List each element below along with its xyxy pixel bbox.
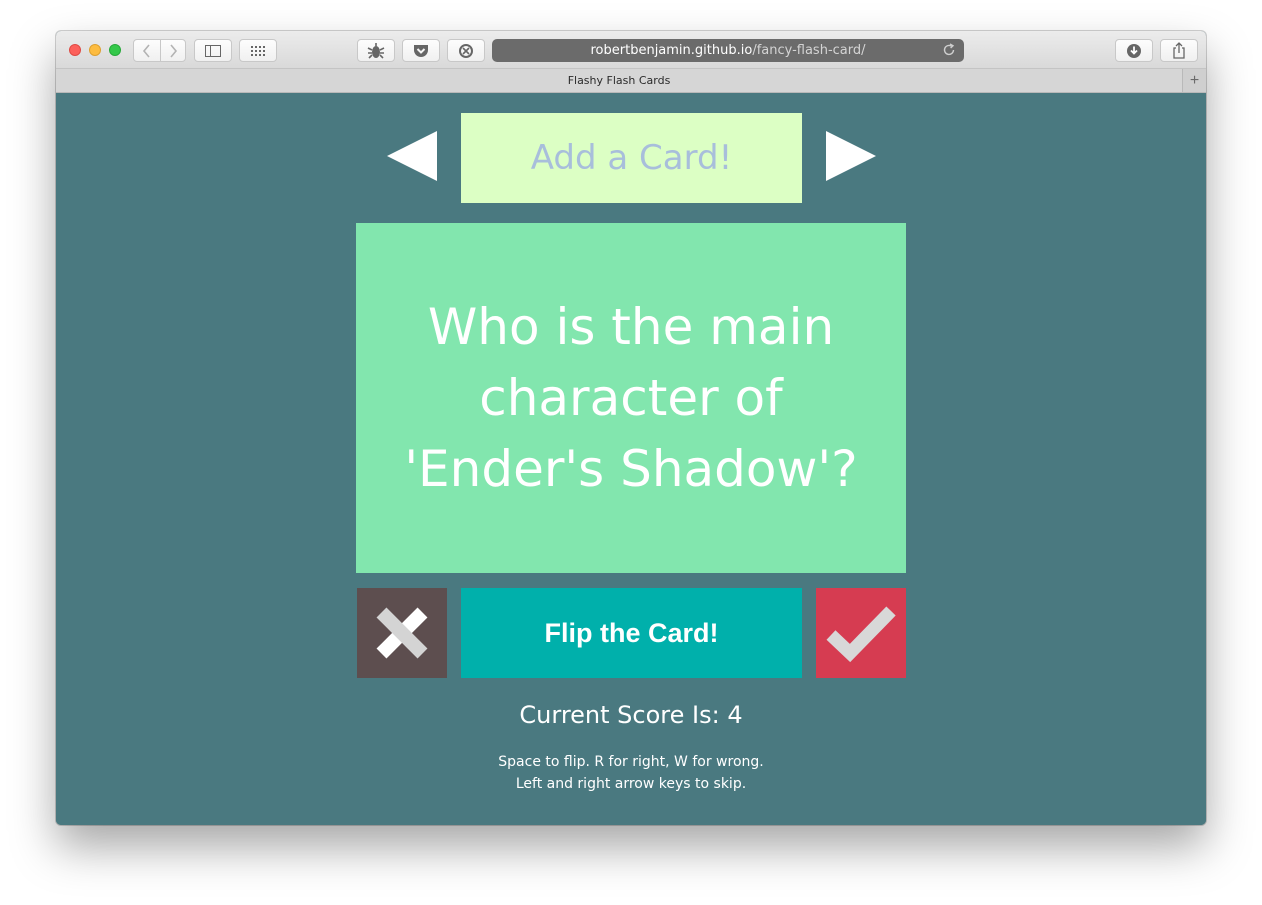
checkmark-icon	[826, 606, 896, 663]
flip-card-label: Flip the Card!	[544, 617, 719, 648]
flash-card[interactable]: Who is the main character of 'Ender's Sh…	[356, 223, 906, 573]
top-sites-button[interactable]	[239, 39, 277, 62]
help-line-1: Space to flip. R for right, W for wrong.	[498, 754, 764, 770]
forward-button[interactable]	[159, 39, 186, 62]
flip-card-button[interactable]: Flip the Card!	[461, 588, 802, 678]
minimize-window-button[interactable]	[89, 44, 101, 56]
previous-card-arrow-icon[interactable]	[387, 131, 437, 181]
chevron-left-icon	[142, 43, 150, 58]
sync-icon	[459, 43, 473, 58]
browser-window: robertbenjamin.github.io/fancy-flash-car…	[56, 31, 1206, 825]
wrong-button[interactable]	[357, 588, 447, 678]
right-button[interactable]	[816, 588, 906, 678]
back-button[interactable]	[134, 39, 160, 62]
close-window-button[interactable]	[69, 44, 81, 56]
sidebar-button[interactable]	[194, 39, 232, 62]
add-card-label: Add a Card!	[530, 138, 733, 178]
url-path: /fancy-flash-card/	[752, 43, 866, 58]
downloads-button[interactable]	[1115, 39, 1153, 62]
extension-bug-button[interactable]	[357, 39, 395, 62]
address-bar[interactable]: robertbenjamin.github.io/fancy-flash-car…	[492, 39, 964, 62]
browser-toolbar: robertbenjamin.github.io/fancy-flash-car…	[56, 31, 1206, 69]
score-display: Current Score Is: 4	[519, 701, 743, 729]
card-question: Who is the main character of 'Ender's Sh…	[404, 297, 858, 498]
page-content: Add a Card! Who is the main character of…	[56, 93, 1206, 825]
grid-icon	[251, 45, 265, 56]
maximize-window-button[interactable]	[109, 44, 121, 56]
keyboard-help: Space to flip. R for right, W for wrong.…	[356, 751, 906, 795]
plus-icon: +	[1189, 71, 1200, 89]
bug-icon	[367, 42, 385, 59]
help-line-2: Left and right arrow keys to skip.	[515, 776, 747, 792]
sidebar-icon	[205, 44, 221, 57]
chevron-right-icon	[170, 43, 178, 58]
share-icon	[1173, 42, 1185, 59]
new-tab-button[interactable]: +	[1182, 69, 1206, 92]
tab-active[interactable]: Flashy Flash Cards	[56, 69, 1182, 92]
add-card-button[interactable]: Add a Card!	[461, 113, 802, 203]
next-card-arrow-icon[interactable]	[826, 131, 876, 181]
sync-button[interactable]	[447, 39, 485, 62]
pocket-button[interactable]	[402, 39, 440, 62]
download-icon	[1127, 43, 1141, 58]
share-button[interactable]	[1160, 39, 1198, 62]
x-icon	[376, 607, 428, 659]
reload-icon	[943, 43, 955, 56]
pocket-icon	[414, 44, 428, 57]
back-forward-group	[133, 39, 186, 62]
reload-button[interactable]	[942, 43, 956, 61]
url-host: robertbenjamin.github.io	[590, 43, 753, 58]
tab-title: Flashy Flash Cards	[567, 74, 671, 87]
tab-bar: Flashy Flash Cards +	[56, 69, 1206, 93]
